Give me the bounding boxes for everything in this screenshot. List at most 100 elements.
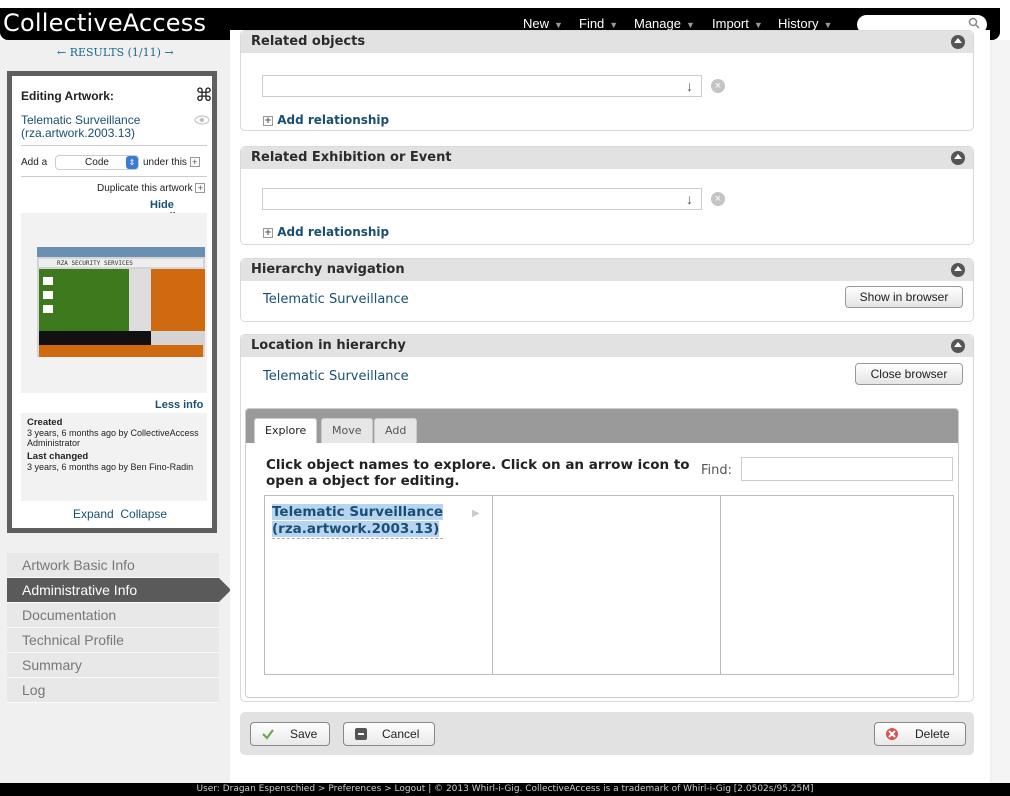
divider <box>21 145 207 146</box>
sidebar-item-technical-profile[interactable]: Technical Profile <box>7 628 219 653</box>
expand-link[interactable]: Expand <box>73 507 114 521</box>
add-relationship-button[interactable]: + Add relationship <box>263 225 389 239</box>
save-button[interactable]: Save <box>250 722 330 746</box>
created-text: 3 years, 6 months ago by CollectiveAcces… <box>27 428 199 448</box>
collapse-arrow-icon[interactable] <box>951 339 965 353</box>
browser-tabbar: Explore Move Add <box>246 409 958 443</box>
plus-icon[interactable]: + <box>189 157 200 168</box>
app-logo[interactable]: CollectiveAccess <box>3 9 206 37</box>
hierarchy-link[interactable]: Telematic Surveillance <box>263 369 409 384</box>
artwork-thumbnail-image[interactable]: RZA SECURITY SERVICES <box>37 247 205 357</box>
delete-label: Delete <box>915 727 950 741</box>
nav-new-label: New <box>523 16 550 31</box>
browser-column <box>493 496 721 674</box>
find-label: Find: <box>701 463 733 478</box>
sidebar-item-log[interactable]: Log <box>7 678 219 703</box>
related-exhibition-panel: Related Exhibition or Event ↓ × + Add re… <box>240 146 974 245</box>
results-navigation[interactable]: ← RESULTS (1/11) → <box>57 46 174 59</box>
related-object-input[interactable]: ↓ <box>262 75 702 97</box>
expand-collapse-controls: Expand Collapse <box>73 507 167 521</box>
delete-button[interactable]: Delete <box>874 722 966 746</box>
tab-add[interactable]: Add <box>374 418 418 443</box>
nav-history-label: History <box>778 16 819 31</box>
browser-instructions: Click object names to explore. Click on … <box>266 457 690 489</box>
duplicate-text: Duplicate this artwork <box>97 183 193 194</box>
arrow-down-icon[interactable]: ↓ <box>686 191 693 207</box>
screen-navigation: Artwork Basic Info Administrative Info D… <box>7 553 231 703</box>
page-scroll-gutter <box>992 40 1010 783</box>
select-arrows-icon: ⇕ <box>126 156 138 169</box>
hierarchy-navigation-panel: Hierarchy navigation Telematic Surveilla… <box>240 258 974 322</box>
cancel-button[interactable]: Cancel <box>343 722 435 746</box>
nav-import[interactable]: Import ▼ <box>712 16 763 31</box>
nav-history[interactable]: History ▼ <box>778 16 832 31</box>
panel-header: Related Exhibition or Event <box>241 147 973 169</box>
collapse-arrow-icon[interactable] <box>951 35 965 49</box>
save-label: Save <box>290 727 318 741</box>
arrow-down-icon[interactable]: ↓ <box>686 78 693 94</box>
change-history: Created 3 years, 6 months ago by Collect… <box>21 413 207 501</box>
record-name[interactable]: Telematic Surveillance (rza.artwork.2003… <box>21 114 140 140</box>
tab-explore[interactable]: Explore <box>254 418 318 443</box>
nav-new[interactable]: New ▼ <box>523 16 563 31</box>
find-input[interactable] <box>741 457 953 481</box>
browser-columns: Telematic Surveillance (rza.artwork.2003… <box>264 495 954 675</box>
remove-icon[interactable]: × <box>711 192 725 206</box>
cancel-label: Cancel <box>382 727 420 741</box>
related-exhibition-input[interactable]: ↓ <box>262 188 702 210</box>
list-item[interactable]: Telematic Surveillance (rza.artwork.2003… <box>272 504 444 539</box>
collapse-link[interactable]: Collapse <box>120 507 167 521</box>
nav-find-label: Find <box>579 16 605 31</box>
footer-bar[interactable]: User: Dragan Espenschied > Preferences >… <box>0 783 1010 796</box>
collapse-arrow-icon[interactable] <box>951 263 965 277</box>
chevron-down-icon: ▼ <box>823 20 833 30</box>
chevron-down-icon: ▼ <box>609 20 619 30</box>
object-title: Telematic Surveillance <box>272 504 444 520</box>
delete-icon <box>886 728 898 740</box>
search-icon[interactable] <box>968 17 980 29</box>
sidebar-item-administrative-info[interactable]: Administrative Info <box>7 578 231 603</box>
remove-icon[interactable]: × <box>711 79 725 93</box>
divider <box>21 176 207 177</box>
tab-move[interactable]: Move <box>321 418 373 443</box>
nav-manage[interactable]: Manage ▼ <box>634 16 695 31</box>
collapse-arrow-icon[interactable] <box>951 151 965 165</box>
eye-icon[interactable] <box>194 115 210 125</box>
show-in-browser-button[interactable]: Show in browser <box>845 286 963 308</box>
child-type-select[interactable]: Code ⇕ <box>55 155 139 170</box>
arrow-right-icon[interactable]: ▶ <box>472 508 480 519</box>
panel-header: Location in hierarchy <box>241 335 973 357</box>
nav-find[interactable]: Find ▼ <box>579 16 618 31</box>
add-a-label: Add a <box>21 157 48 168</box>
child-type-value: Code <box>85 157 109 168</box>
plus-icon: + <box>263 115 273 126</box>
record-identifier: (rza.artwork.2003.13) <box>21 126 136 140</box>
add-relationship-button[interactable]: + Add relationship <box>263 113 389 127</box>
sidebar-item-artwork-basic-info[interactable]: Artwork Basic Info <box>7 553 219 578</box>
last-changed-text: 3 years, 6 months ago by Ben Fino-Radin <box>27 462 194 472</box>
duplicate-link[interactable]: Duplicate this artwork + <box>97 183 206 194</box>
panel-title: Related objects <box>251 34 366 49</box>
nav-manage-label: Manage <box>634 16 681 31</box>
chevron-down-icon: ▼ <box>554 20 563 30</box>
under-this-text: under this <box>143 157 187 168</box>
hierarchy-link[interactable]: Telematic Surveillance <box>263 292 409 307</box>
action-bar: Save Cancel Delete <box>240 712 974 755</box>
under-this-label: under this + <box>143 157 200 168</box>
panel-header: Related objects <box>241 31 973 53</box>
hierarchy-browser: Explore Move Add Click object names to e… <box>245 408 959 698</box>
checkmark-icon <box>262 729 274 740</box>
object-identifier: (rza.artwork.2003.13) <box>272 521 440 537</box>
inspector-title: Editing Artwork: <box>21 89 114 103</box>
command-icon[interactable]: ⌘ <box>195 85 213 106</box>
chevron-down-icon: ▼ <box>753 20 763 30</box>
close-browser-button[interactable]: Close browser <box>855 363 963 385</box>
editor-main: Related objects ↓ × + Add relationship R… <box>230 30 990 783</box>
plus-icon[interactable]: + <box>195 183 206 194</box>
plus-icon: + <box>263 227 273 238</box>
inspector-box: Editing Artwork: ⌘ Telematic Surveillanc… <box>7 71 217 533</box>
panel-title: Related Exhibition or Event <box>251 150 452 165</box>
cancel-icon <box>355 728 367 740</box>
sidebar-item-summary[interactable]: Summary <box>7 653 219 678</box>
sidebar-item-documentation[interactable]: Documentation <box>7 603 219 628</box>
